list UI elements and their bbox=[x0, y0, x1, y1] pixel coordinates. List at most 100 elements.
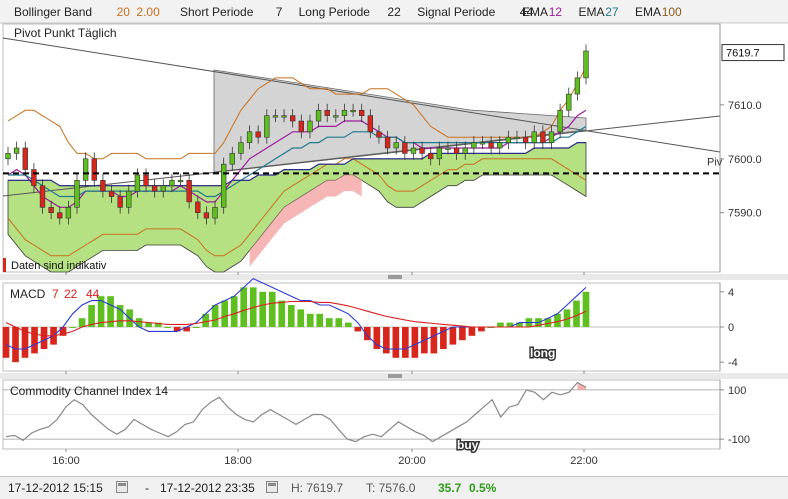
candle bbox=[82, 158, 89, 181]
macd-histogram-bar bbox=[230, 296, 238, 327]
macd-histogram-bar bbox=[31, 327, 38, 354]
candle bbox=[488, 142, 494, 149]
candle bbox=[117, 196, 123, 208]
date-separator: - bbox=[145, 481, 149, 495]
macd-title: MACD bbox=[10, 287, 46, 301]
macd-y-tick-label: 4 bbox=[728, 287, 734, 299]
macd-histogram-bar bbox=[468, 327, 476, 336]
macd-y-tick-label: -4 bbox=[728, 357, 738, 369]
signal-period-param-label: Signal Periode bbox=[417, 5, 495, 19]
from-date: 17-12-2012 15:15 bbox=[8, 481, 103, 495]
candle bbox=[255, 131, 261, 138]
to-calendar-icon[interactable] bbox=[266, 481, 278, 493]
candle bbox=[160, 185, 166, 192]
ema27-param-label: EMA bbox=[579, 5, 605, 19]
candle bbox=[324, 109, 330, 116]
candle bbox=[410, 147, 417, 154]
candle bbox=[126, 190, 132, 208]
candle bbox=[307, 120, 313, 133]
x-tick-label: 20:00 bbox=[398, 455, 426, 467]
candle bbox=[574, 77, 581, 95]
candle bbox=[402, 142, 408, 154]
disclaimer-label: Daten sind indikativ bbox=[11, 260, 107, 272]
candle bbox=[522, 136, 529, 143]
x-tick-label: 16:00 bbox=[52, 455, 80, 467]
candle bbox=[531, 131, 537, 143]
cci-y-tick-label: 100 bbox=[728, 385, 746, 397]
bollinger-param-value-1: 20 bbox=[117, 5, 131, 19]
macd-y-tick-label: 0 bbox=[728, 322, 734, 334]
from-calendar-icon[interactable] bbox=[116, 481, 128, 493]
short-period-param-value-1: 7 bbox=[276, 5, 283, 19]
macd-p3: 44 bbox=[86, 287, 100, 301]
price-y-tick-label: 7600.0 bbox=[728, 154, 762, 166]
macd-histogram-bar bbox=[211, 305, 219, 327]
candle bbox=[212, 207, 218, 219]
macd-histogram-bar bbox=[268, 291, 276, 327]
candle bbox=[471, 142, 477, 149]
candle bbox=[151, 185, 158, 192]
macd-histogram-bar bbox=[306, 313, 314, 327]
pivot-label: Piv bbox=[707, 156, 723, 168]
to-date: 17-12-2012 23:35 bbox=[160, 481, 255, 495]
candle bbox=[65, 207, 72, 219]
macd-histogram-bar bbox=[449, 327, 457, 345]
ema100-param-value-1: 100 bbox=[662, 5, 682, 19]
macd-histogram-bar bbox=[192, 327, 200, 328]
pivot-type-label: Pivot Punkt Täglich bbox=[14, 26, 117, 40]
splitter-2-grip bbox=[388, 374, 402, 378]
candle bbox=[57, 212, 63, 219]
short-period-param-label: Short Periode bbox=[180, 5, 254, 19]
candle bbox=[341, 109, 348, 116]
candle bbox=[74, 180, 80, 208]
macd-histogram-bar bbox=[78, 318, 86, 327]
macd-histogram-bar bbox=[316, 313, 324, 327]
candle bbox=[557, 109, 563, 133]
candle bbox=[436, 147, 443, 160]
high-value: H: 7619.7 bbox=[291, 481, 344, 495]
candle bbox=[540, 131, 546, 143]
macd-histogram-bar bbox=[402, 327, 409, 358]
price-y-tick-label: 7610.0 bbox=[728, 100, 762, 112]
macd-histogram-bar bbox=[297, 309, 305, 327]
candle bbox=[281, 115, 287, 118]
macd-histogram-bar bbox=[354, 327, 362, 332]
macd-histogram-bar bbox=[459, 327, 466, 341]
candle bbox=[583, 50, 589, 79]
candle bbox=[505, 136, 512, 143]
x-tick-label: 22:00 bbox=[570, 455, 598, 467]
candle bbox=[169, 180, 175, 187]
low-value: T: 7576.0 bbox=[366, 481, 416, 495]
macd-histogram-bar bbox=[12, 327, 19, 363]
candle bbox=[272, 115, 279, 118]
chart-canvas: Bollinger Band 20 2.00 Short Periode 7 Long P… bbox=[0, 0, 788, 476]
macd-p1: 7 bbox=[52, 287, 59, 301]
macd-p2: 22 bbox=[64, 287, 78, 301]
candle bbox=[376, 131, 382, 138]
candle bbox=[5, 153, 11, 160]
candle bbox=[367, 115, 374, 133]
x-tick-label: 18:00 bbox=[224, 455, 252, 467]
candle bbox=[220, 163, 227, 208]
last-price-label: 7619.7 bbox=[726, 48, 760, 60]
bollinger-param-value-2: 2.00 bbox=[136, 5, 160, 19]
macd-histogram-bar bbox=[221, 300, 229, 327]
candle bbox=[350, 109, 356, 113]
candle bbox=[445, 147, 451, 150]
candle bbox=[246, 131, 253, 143]
macd-histogram-bar bbox=[430, 327, 438, 354]
candle bbox=[186, 180, 192, 203]
macd-histogram-bar bbox=[411, 327, 419, 358]
macd-histogram-bar bbox=[335, 318, 343, 327]
candle bbox=[393, 142, 399, 149]
candle bbox=[428, 153, 434, 160]
candle bbox=[203, 212, 210, 219]
macd-histogram-bar bbox=[554, 313, 561, 327]
ema12-param-label: EMA bbox=[522, 5, 548, 19]
candle bbox=[290, 115, 296, 122]
cci-y-tick-label: -100 bbox=[728, 434, 750, 446]
ema27-param-value-1: 27 bbox=[605, 5, 619, 19]
ema100-param-label: EMA bbox=[635, 5, 661, 19]
candle bbox=[419, 147, 425, 154]
candle bbox=[264, 115, 270, 138]
